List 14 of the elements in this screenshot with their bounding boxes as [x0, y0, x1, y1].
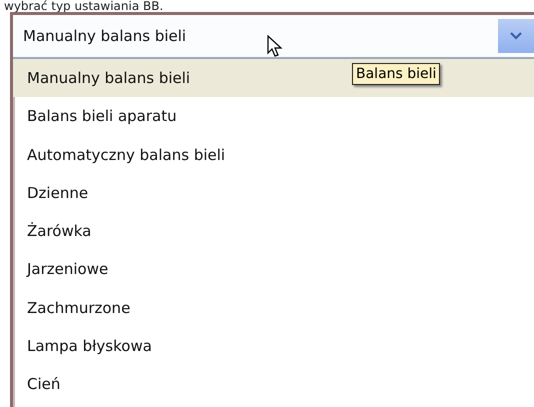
tooltip: Balans bieli	[352, 63, 440, 85]
dropdown-button[interactable]	[498, 19, 534, 53]
list-item[interactable]: Jarzeniowe	[13, 250, 534, 289]
list-item[interactable]: Zachmurzone	[13, 288, 534, 328]
caption-text: wybrać typ ustawiania BB.	[3, 0, 164, 12]
mouse-pointer-icon	[267, 35, 283, 59]
list-item[interactable]: Balans bieli aparatu	[13, 97, 534, 136]
list-item[interactable]: Automatyczny balans bieli	[13, 136, 534, 174]
list-item[interactable]: Lampa błyskowa	[13, 327, 534, 366]
combo-box[interactable]: Manualny balans bieli	[13, 15, 534, 59]
list-item[interactable]: Żarówka	[13, 212, 534, 250]
chevron-down-icon	[510, 32, 522, 40]
list-item[interactable]: Dzienne	[13, 174, 534, 212]
list-item[interactable]: Cień	[13, 365, 534, 404]
